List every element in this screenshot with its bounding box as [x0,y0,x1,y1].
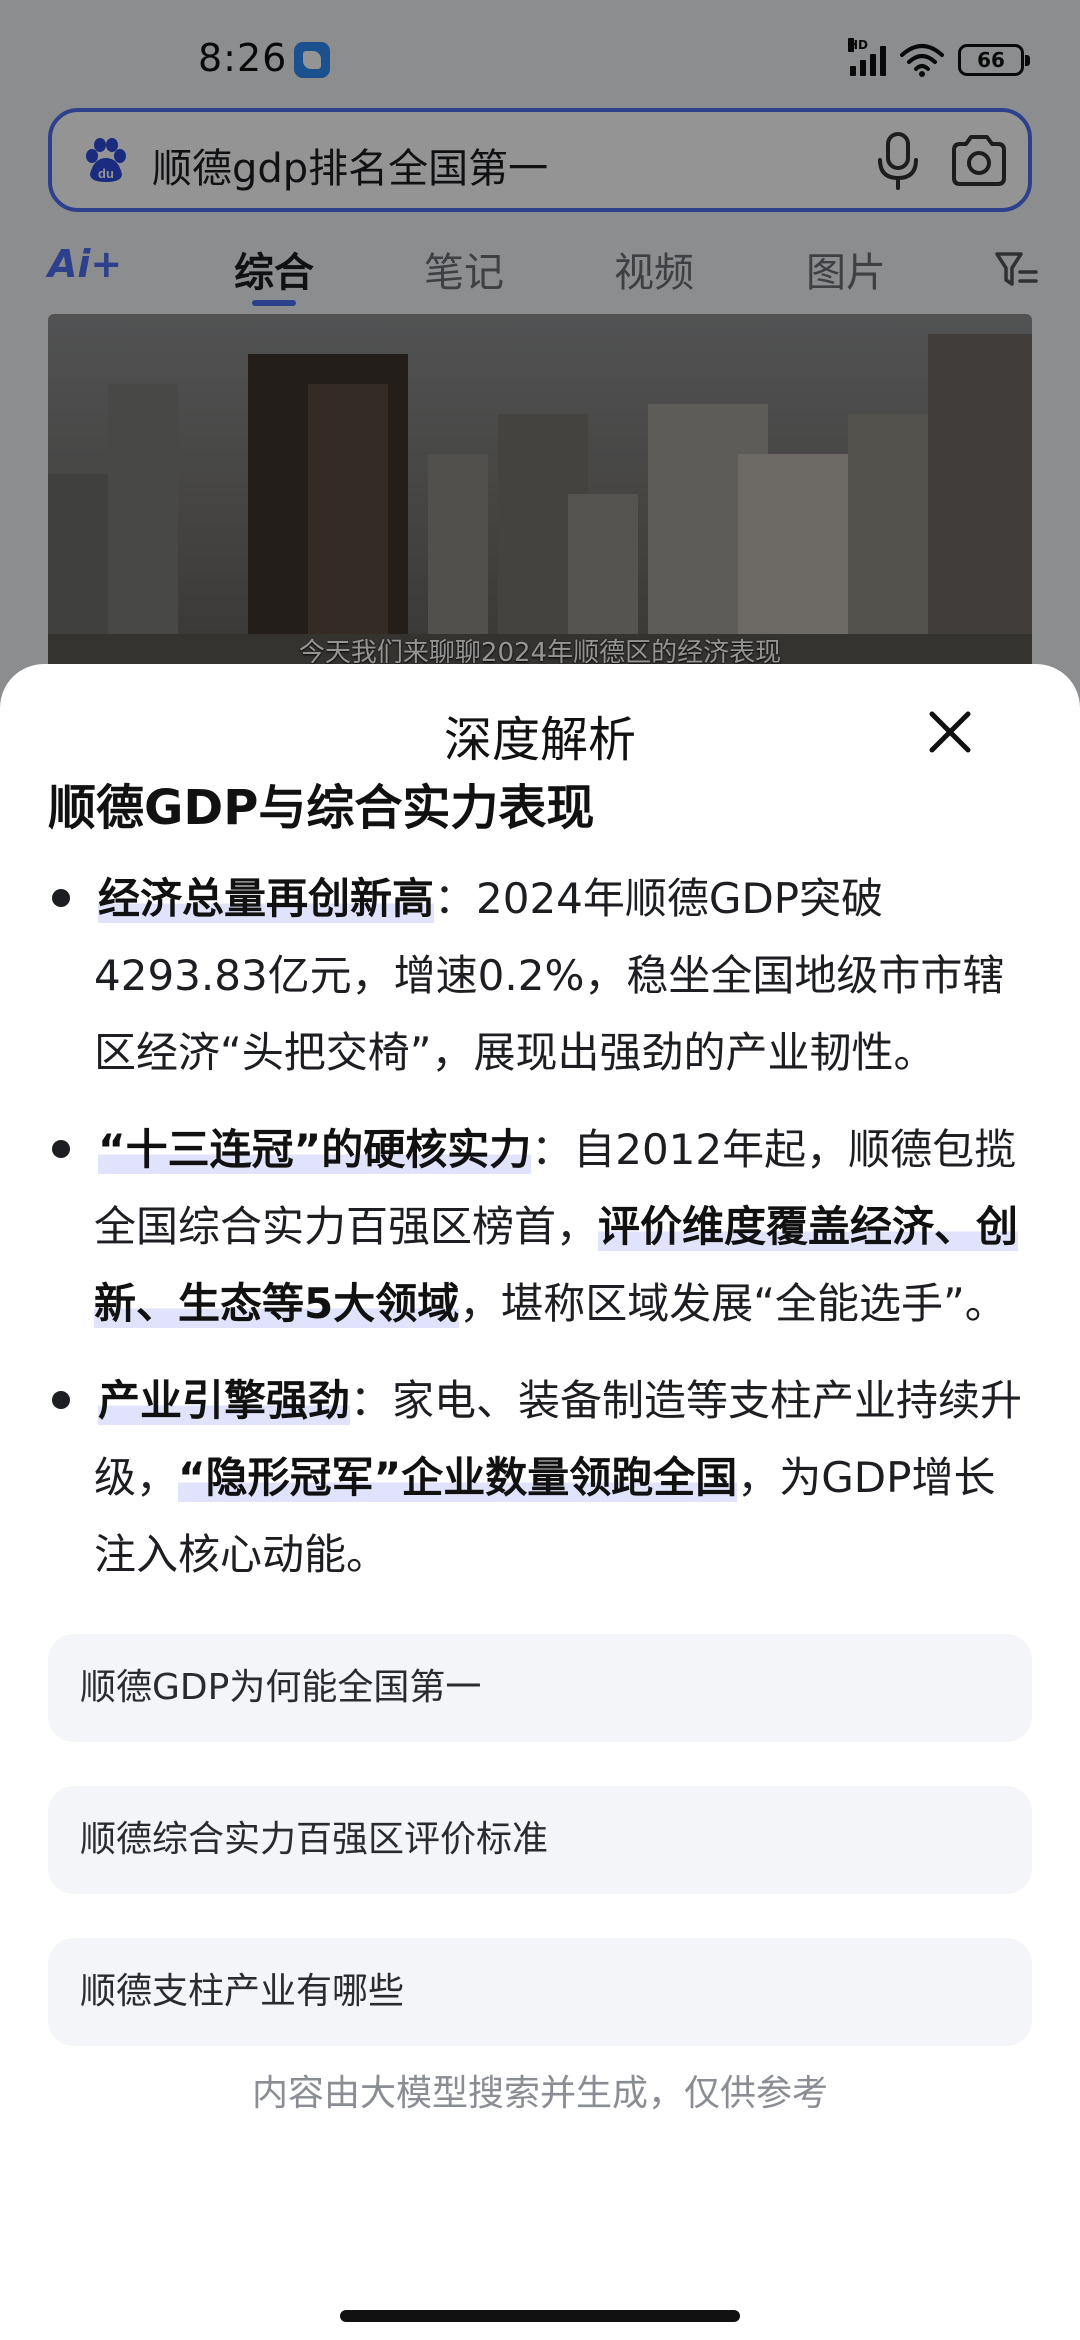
bullet-item: “十三连冠”的硬核实力：自2012年起，顺德包揽全国综合实力百强区榜首，评价维度… [48,1111,1034,1342]
bullet-dot [52,888,70,907]
bullet-highlight[interactable]: 产业引擎强劲 [98,1376,351,1425]
section-heading: 顺德GDP与综合实力表现 [48,780,595,836]
bullet-dot [52,1390,70,1409]
bullet-dot [52,1139,70,1158]
ai-disclaimer: 内容由大模型搜索并生成，仅供参考 [251,2073,828,2114]
analysis-bullets: 经济总量再创新高：2024年顺德GDP突破4293.83亿元，增速0.2%，稳坐… [48,860,1034,1613]
suggestion-chip[interactable]: 顺德支柱产业有哪些 [48,1938,1032,2046]
home-indicator[interactable] [340,2310,740,2322]
suggestion-chip[interactable]: 顺德GDP为何能全国第一 [48,1634,1032,1742]
bullet-item: 产业引擎强劲：家电、装备制造等支柱产业持续升级，“隐形冠军”企业数量领跑全国，为… [48,1362,1034,1593]
bullet-text: ，堪称区域发展“全能选手”。 [459,1279,1007,1328]
bullet-highlight[interactable]: 经济总量再创新高 [98,874,435,923]
dim-overlay[interactable] [0,0,1080,700]
bullet-highlight[interactable]: “隐形冠军”企业数量领跑全国 [178,1453,738,1502]
suggestion-chip[interactable]: 顺德综合实力百强区评价标准 [48,1786,1032,1894]
bullet-highlight[interactable]: “十三连冠”的硬核实力 [98,1125,532,1174]
bullet-item: 经济总量再创新高：2024年顺德GDP突破4293.83亿元，增速0.2%，稳坐… [48,860,1034,1091]
close-icon[interactable] [918,700,982,764]
search-results-page: 8:26 HD 66 du 顺德gdp排名全国第一 Ai+ 综合 笔记 视频 图… [0,0,1080,714]
deep-analysis-sheet: 深度解析 顺德GDP与综合实力表现 经济总量再创新高：2024年顺德GDP突破4… [0,664,1080,2340]
